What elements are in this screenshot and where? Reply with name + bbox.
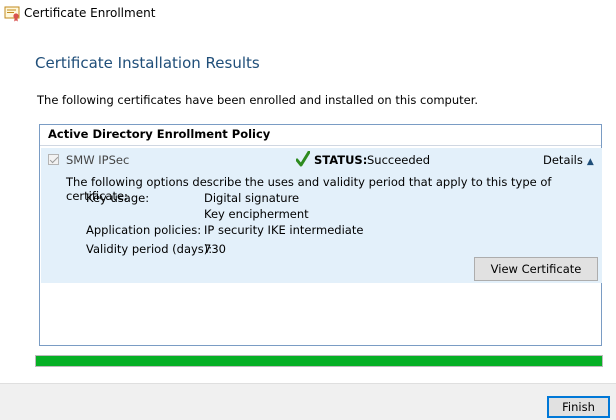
footer-bar: Finish	[0, 383, 616, 420]
certificate-checkbox[interactable]	[48, 154, 59, 165]
policy-header: Active Directory Enrollment Policy	[40, 125, 601, 146]
details-toggle[interactable]: Details ▲	[543, 153, 594, 167]
enrollment-policy-box: Active Directory Enrollment Policy SMW I…	[39, 124, 602, 346]
application-policies-label: Application policies:	[86, 223, 202, 237]
key-usage-value: Key encipherment	[204, 207, 309, 221]
key-usage-value: Digital signature	[204, 191, 300, 205]
progress-bar	[35, 355, 603, 367]
details-label: Details	[543, 153, 583, 167]
application-policies-value: IP security IKE intermediate	[204, 223, 364, 237]
chevron-up-icon: ▲	[586, 157, 594, 167]
validity-period-label: Validity period (days):	[86, 242, 213, 256]
title-bar: Certificate Enrollment	[0, 0, 616, 28]
key-usage-label: Key usage:	[86, 191, 150, 205]
window-title: Certificate Enrollment	[24, 6, 156, 20]
certificate-icon	[4, 6, 22, 22]
certificate-panel: SMW IPSec STATUS: Succeeded Details ▲ The…	[41, 148, 602, 283]
progress-fill	[36, 356, 602, 366]
view-certificate-button[interactable]: View Certificate	[474, 257, 598, 281]
status-label: STATUS:	[314, 153, 368, 167]
intro-text: The following certificates have been enr…	[37, 93, 479, 107]
checkmark-icon	[295, 150, 311, 167]
status-value: Succeeded	[367, 153, 431, 167]
page-title: Certificate Installation Results	[35, 54, 260, 72]
validity-period-value: 730	[204, 242, 226, 256]
certificate-name: SMW IPSec	[66, 153, 130, 167]
finish-button[interactable]: Finish	[547, 396, 610, 418]
